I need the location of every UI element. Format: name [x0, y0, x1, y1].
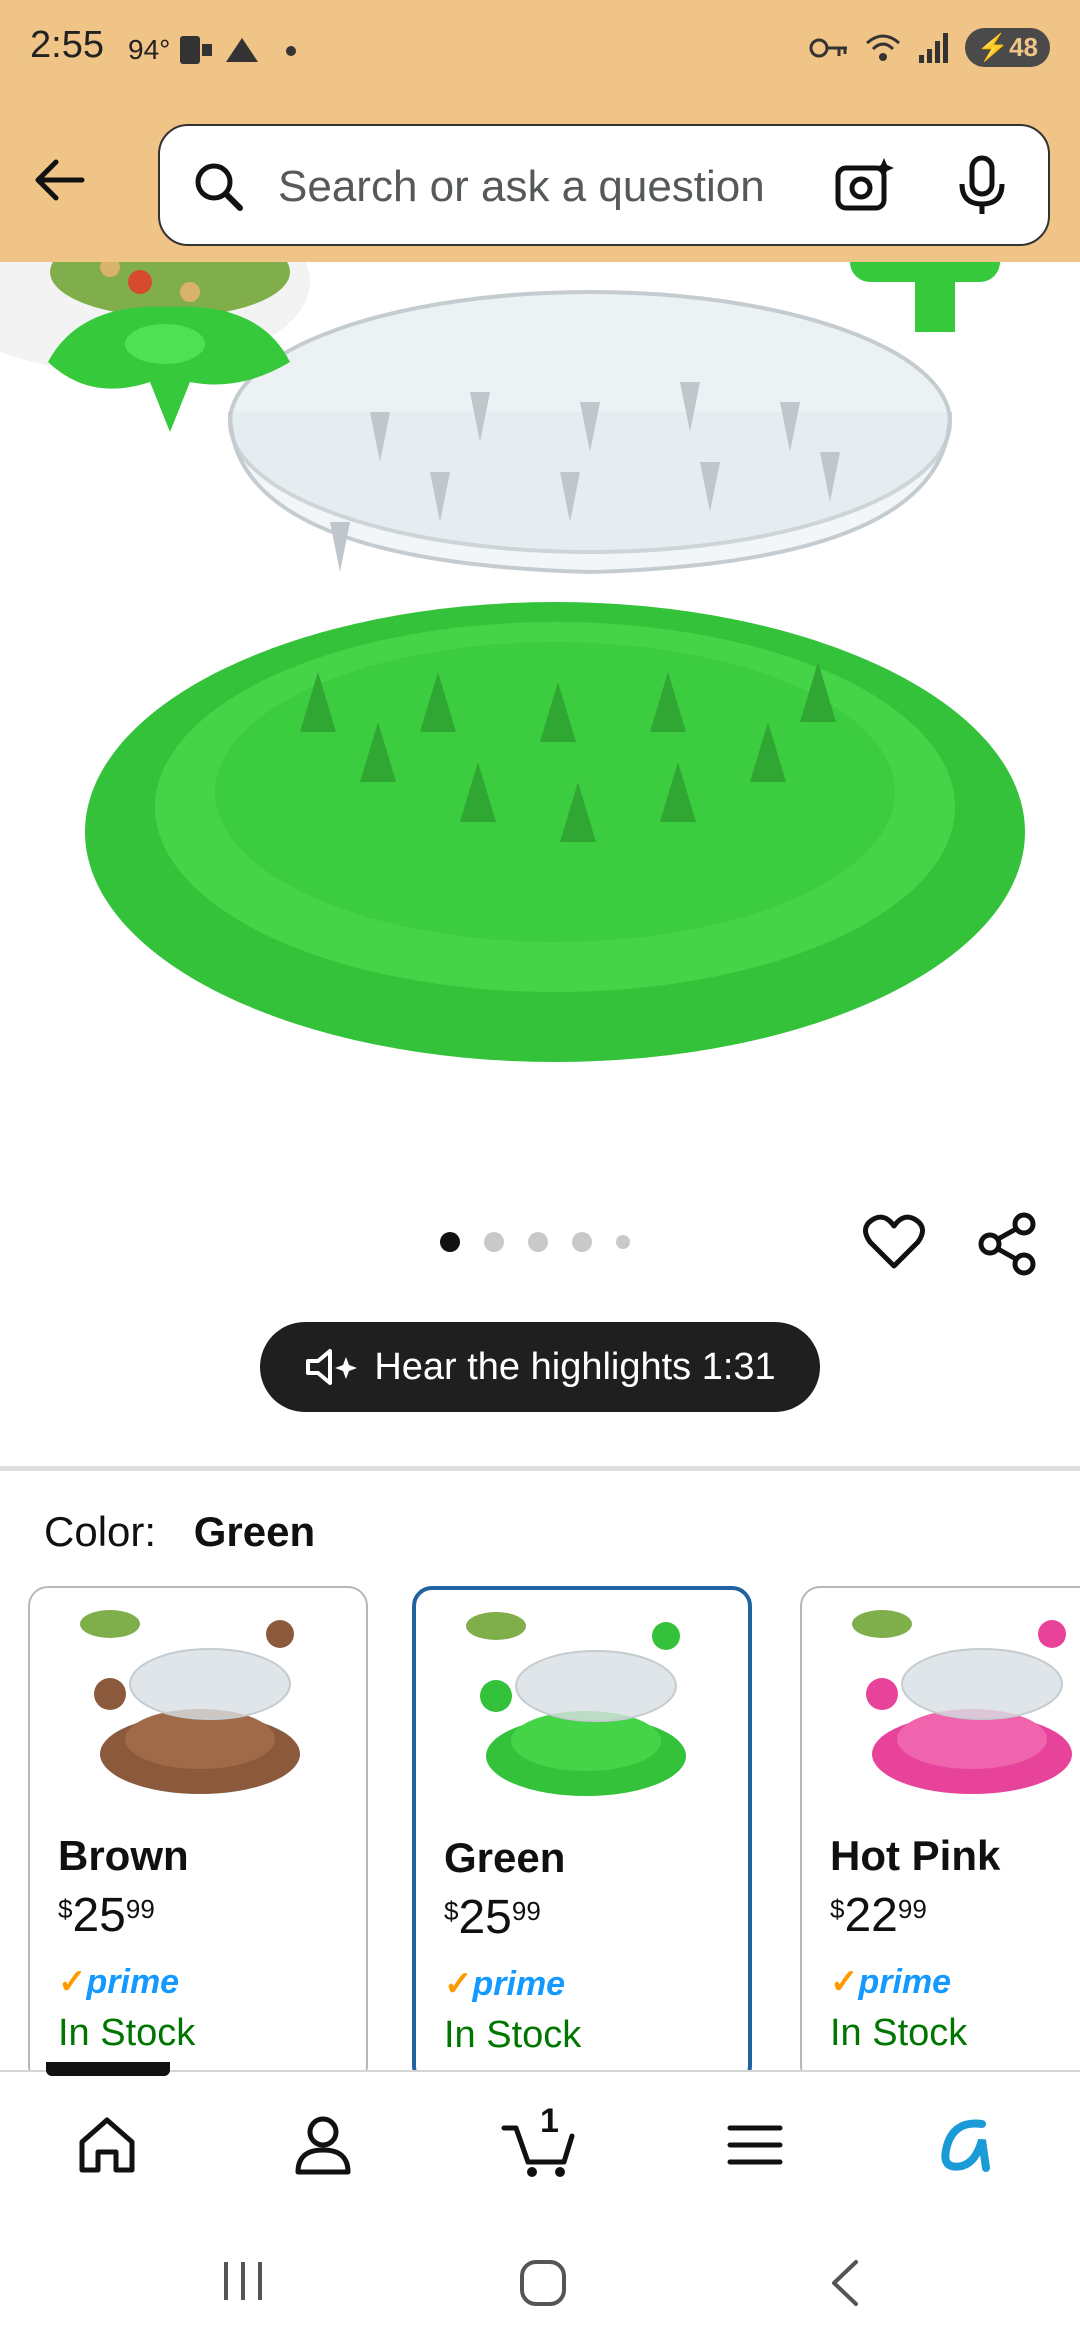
- home-active-indicator: [46, 2062, 170, 2076]
- carousel-dot-1[interactable]: [440, 1232, 460, 1252]
- cell-signal-icon: [918, 32, 948, 63]
- phone-status-icon: [180, 36, 212, 64]
- status-temperature: 94°: [128, 34, 171, 65]
- variant-name: Brown: [58, 1832, 189, 1879]
- image-carousel-dots: [440, 1232, 630, 1252]
- vpn-key-icon: [809, 38, 847, 57]
- home-system-icon[interactable]: [518, 2258, 568, 2308]
- recent-apps-icon[interactable]: [218, 2258, 268, 2304]
- carousel-dot-5[interactable]: [616, 1235, 630, 1249]
- hear-highlights-label: Hear the highlights 1:31: [374, 1345, 776, 1388]
- battery-indicator: ⚡48: [964, 28, 1050, 67]
- system-navigation-bar: [0, 2220, 1080, 2340]
- cart-count: 1: [540, 2102, 559, 2140]
- app-header: 2:55 94° ⚡48 Search or ask a question: [0, 0, 1080, 262]
- account-icon[interactable]: [288, 2110, 358, 2180]
- variant-price: $2299: [830, 1889, 927, 1942]
- stock-status: In Stock: [444, 2014, 582, 2056]
- share-icon[interactable]: [976, 1212, 1038, 1276]
- color-selector-label: Color: Green: [44, 1508, 315, 1556]
- carousel-dot-3[interactable]: [528, 1232, 548, 1252]
- search-icon: [195, 163, 243, 211]
- cart-button[interactable]: 1: [500, 2102, 580, 2180]
- variant-name: Green: [444, 1834, 566, 1881]
- wifi-icon: [865, 34, 900, 61]
- variant-card-hot-pink[interactable]: Hot Pink $2299 ✓prime In Stock: [800, 1586, 1080, 2086]
- prime-badge: ✓prime: [58, 1963, 180, 2001]
- bottom-navigation: 1: [0, 2070, 1080, 2222]
- menu-icon[interactable]: [720, 2110, 790, 2180]
- variant-price: $2599: [58, 1889, 155, 1942]
- variant-card-brown[interactable]: Brown $2599 ✓prime In Stock: [28, 1586, 368, 2086]
- audio-sparkle-icon: [306, 1349, 358, 1385]
- variant-thumbnail: [852, 1610, 1072, 1794]
- variant-name: Hot Pink: [830, 1832, 1001, 1879]
- color-label: Color:: [44, 1508, 157, 1555]
- variant-thumbnail: [466, 1612, 686, 1796]
- section-divider: [0, 1466, 1080, 1471]
- variant-thumbnail: [80, 1610, 300, 1794]
- status-time: 2:55: [30, 24, 104, 66]
- camera-search-icon[interactable]: [832, 154, 896, 218]
- color-value: Green: [193, 1508, 316, 1555]
- variant-card-green[interactable]: Green $2599 ✓prime In Stock: [412, 1586, 752, 2086]
- microphone-icon[interactable]: [952, 154, 1012, 218]
- carousel-dot-2[interactable]: [484, 1232, 504, 1252]
- stock-status: In Stock: [830, 2012, 968, 2054]
- carousel-dot-4[interactable]: [572, 1232, 592, 1252]
- search-bar[interactable]: Search or ask a question: [158, 124, 1050, 246]
- back-arrow-icon[interactable]: [30, 150, 90, 210]
- status-bar: 2:55 94° ⚡48: [0, 0, 1080, 100]
- back-system-icon[interactable]: [826, 2258, 866, 2308]
- search-input[interactable]: Search or ask a question: [278, 162, 765, 212]
- hear-highlights-button[interactable]: Hear the highlights 1:31: [260, 1322, 820, 1412]
- app-notification-icon: [226, 38, 258, 62]
- heart-icon[interactable]: [862, 1212, 926, 1272]
- home-icon[interactable]: [72, 2110, 142, 2180]
- prime-badge: ✓prime: [830, 1963, 952, 2001]
- product-image[interactable]: [0, 262, 1080, 1162]
- notification-dot: [286, 46, 296, 56]
- variant-price: $2599: [444, 1891, 541, 1944]
- status-right-group: ⚡48: [809, 28, 1050, 67]
- prime-badge: ✓prime: [444, 1965, 566, 2003]
- rufus-ai-icon[interactable]: [932, 2110, 1002, 2180]
- stock-status: In Stock: [58, 2012, 196, 2054]
